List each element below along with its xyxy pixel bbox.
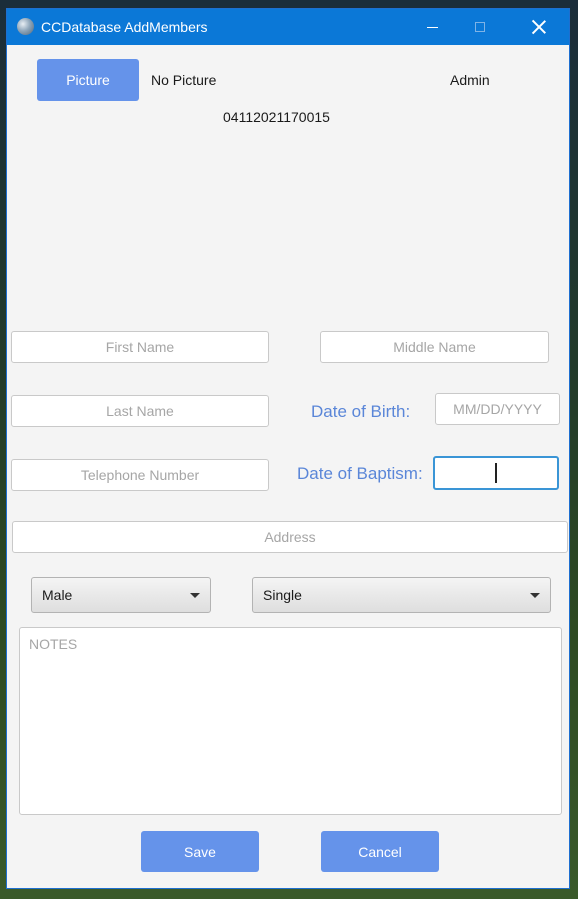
member-id: 04112021170015 bbox=[223, 109, 330, 125]
middle-name-field[interactable]: Middle Name bbox=[320, 331, 549, 363]
notes-placeholder: NOTES bbox=[29, 636, 78, 652]
address-field[interactable]: Address bbox=[12, 521, 568, 553]
first-name-field[interactable]: First Name bbox=[11, 331, 269, 363]
last-name-field[interactable]: Last Name bbox=[11, 395, 269, 427]
app-globe-icon bbox=[17, 18, 34, 35]
close-button[interactable] bbox=[516, 9, 562, 45]
title-bar[interactable]: CCDatabase AddMembers bbox=[7, 9, 569, 45]
picture-button[interactable]: Picture bbox=[37, 59, 139, 101]
date-of-baptism-field[interactable] bbox=[433, 456, 559, 490]
date-of-birth-label: Date of Birth: bbox=[311, 402, 411, 421]
gender-selected-value: Male bbox=[42, 587, 73, 603]
picture-status: No Picture bbox=[151, 72, 217, 88]
notes-textarea[interactable]: NOTES bbox=[19, 627, 562, 815]
save-button[interactable]: Save bbox=[141, 831, 259, 872]
civil-status-selected-value: Single bbox=[263, 587, 302, 603]
minimize-button[interactable] bbox=[409, 9, 455, 45]
window-title: CCDatabase AddMembers bbox=[41, 19, 208, 35]
date-of-baptism-label: Date of Baptism: bbox=[297, 464, 423, 483]
maximize-button[interactable] bbox=[457, 9, 503, 45]
chevron-down-icon bbox=[530, 593, 540, 598]
minimize-icon bbox=[426, 26, 438, 28]
close-icon bbox=[532, 20, 546, 34]
chevron-down-icon bbox=[190, 593, 200, 598]
text-caret bbox=[495, 463, 497, 483]
user-role: Admin bbox=[450, 72, 490, 88]
telephone-field[interactable]: Telephone Number bbox=[11, 459, 269, 491]
civil-status-select[interactable]: Single bbox=[252, 577, 551, 613]
date-of-birth-field[interactable]: MM/DD/YYYY bbox=[435, 393, 560, 425]
maximize-icon bbox=[475, 22, 485, 32]
cancel-button[interactable]: Cancel bbox=[321, 831, 439, 872]
add-members-window: CCDatabase AddMembers Picture No Picture… bbox=[6, 8, 570, 889]
gender-select[interactable]: Male bbox=[31, 577, 211, 613]
